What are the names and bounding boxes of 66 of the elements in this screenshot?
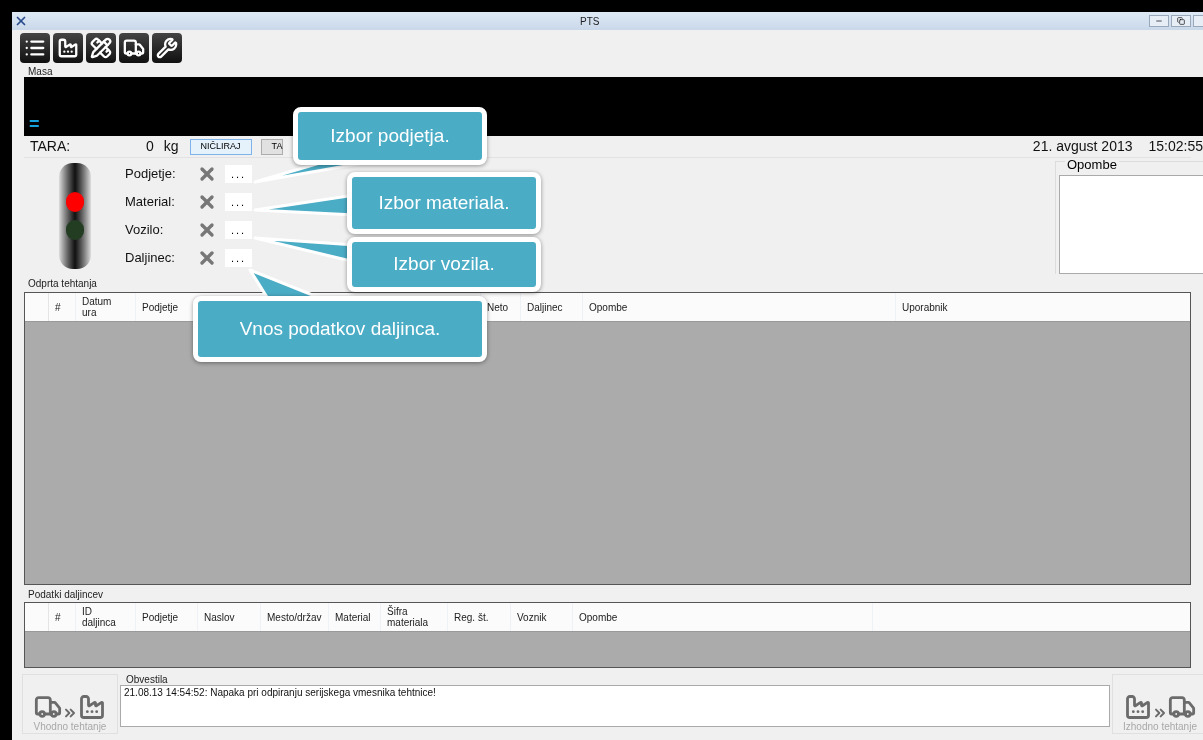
clear-icon[interactable] bbox=[197, 220, 217, 240]
field-label: Material: bbox=[125, 193, 176, 212]
message-text: 21.08.13 14:54:52: Napaka pri odpiranju serijskega vmesnika tehtnice! bbox=[124, 687, 437, 699]
factory-button[interactable] bbox=[53, 33, 83, 63]
column-header[interactable]: Opombe bbox=[589, 301, 628, 313]
picker-field[interactable]: ... bbox=[225, 249, 252, 267]
wrench-icon bbox=[156, 37, 178, 59]
messages-label: Obvestila bbox=[126, 674, 169, 685]
minimize-button[interactable] bbox=[1149, 15, 1169, 27]
column-header[interactable]: Reg. št. bbox=[454, 611, 489, 623]
tare-label: TARA: bbox=[30, 137, 72, 156]
field-label: Vozilo: bbox=[125, 221, 165, 240]
column-header[interactable]: Šifra materiala bbox=[387, 606, 437, 628]
callout-text: Izbor podjetja. bbox=[330, 123, 450, 148]
clear-icon[interactable] bbox=[197, 248, 217, 268]
time-text: 15:02:55 bbox=[1148, 137, 1203, 156]
window-title: PTS bbox=[580, 14, 600, 29]
restore-button[interactable] bbox=[1171, 15, 1191, 27]
clear-icon[interactable] bbox=[197, 164, 217, 184]
column-header[interactable]: ID daljinca bbox=[82, 606, 122, 628]
wrench-button[interactable] bbox=[152, 33, 182, 63]
zero-button[interactable]: NIČLIRAJ bbox=[189, 138, 252, 155]
truck-to-factory-icon bbox=[34, 693, 106, 721]
column-header[interactable]: Opombe bbox=[579, 611, 618, 623]
picker-field[interactable]: ... bbox=[225, 165, 252, 183]
column-header[interactable]: Podjetje bbox=[142, 301, 179, 313]
tare-button[interactable]: TA bbox=[260, 138, 283, 155]
pencil-ruler-button[interactable] bbox=[86, 33, 116, 63]
column-header[interactable]: Podjetje bbox=[142, 611, 179, 623]
column-header[interactable]: Uporabnik bbox=[902, 301, 948, 313]
list-button[interactable] bbox=[20, 33, 50, 63]
field-label: Podjetje: bbox=[125, 165, 177, 184]
section-title: Odprta tehtanja bbox=[28, 278, 98, 289]
minimize-icon bbox=[1155, 17, 1163, 25]
factory-to-truck-icon bbox=[1124, 693, 1196, 721]
truck-button[interactable] bbox=[119, 33, 149, 63]
date-text: 21. avgust 2013 bbox=[1032, 137, 1133, 156]
tare-value: 0 bbox=[146, 137, 154, 156]
column-header[interactable]: Naslov bbox=[204, 611, 235, 623]
pencil-ruler-icon bbox=[90, 37, 112, 59]
list-icon bbox=[24, 37, 46, 59]
app-icon bbox=[14, 14, 28, 28]
mass-label: Masa bbox=[28, 66, 54, 77]
restore-icon bbox=[1177, 17, 1185, 25]
tare-unit: kg bbox=[163, 137, 179, 156]
notes-label: Opombe bbox=[1065, 158, 1119, 172]
notes-field[interactable] bbox=[1059, 175, 1203, 274]
column-header[interactable]: Mesto/držav bbox=[267, 611, 322, 623]
callout-text: Izbor materiala. bbox=[378, 190, 510, 215]
column-header[interactable]: Daljinec bbox=[527, 301, 563, 313]
column-header[interactable]: # bbox=[55, 301, 61, 313]
column-header[interactable]: Material bbox=[335, 611, 371, 623]
picker-field[interactable]: ... bbox=[225, 221, 252, 239]
callout-text: Vnos podatkov daljinca. bbox=[239, 316, 441, 341]
mass-reading: = bbox=[29, 116, 40, 132]
column-header[interactable]: Voznik bbox=[517, 611, 547, 623]
column-header[interactable]: Neto bbox=[487, 301, 509, 313]
callout-text: Izbor vozila. bbox=[393, 252, 495, 277]
picker-field[interactable]: ... bbox=[225, 193, 252, 211]
truck-icon bbox=[123, 37, 145, 59]
column-header[interactable]: Datum ura bbox=[82, 296, 122, 318]
field-label: Daljinec: bbox=[125, 249, 176, 268]
section-title: Podatki daljincev bbox=[28, 589, 105, 600]
column-header[interactable]: # bbox=[55, 611, 61, 623]
clear-icon[interactable] bbox=[197, 192, 217, 212]
factory-icon bbox=[57, 37, 79, 59]
